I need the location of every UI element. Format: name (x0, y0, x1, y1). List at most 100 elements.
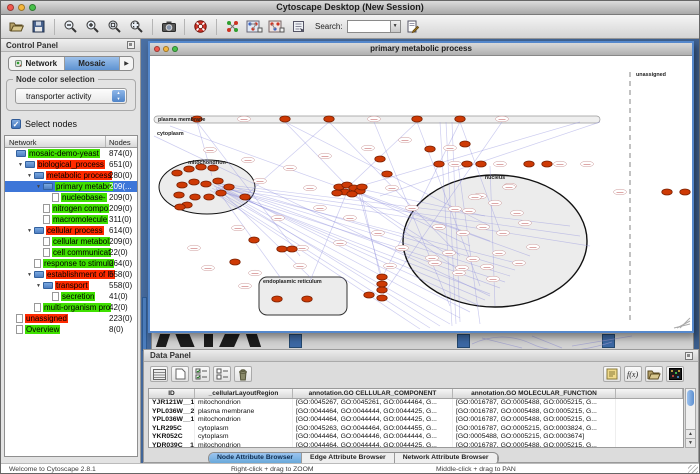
column-header[interactable]: _cellularLayoutRegion (195, 389, 293, 398)
tree-row-establishment-of-lo[interactable]: ▼establishment of lo558(0) (5, 269, 137, 280)
float-panel-icon[interactable] (127, 41, 135, 49)
table-cell[interactable]: [GO:0016787, GO:0005488, GO:0005215, G..… (453, 408, 616, 417)
tree-row-macromolecule[interactable]: macromolecule311(0) (5, 214, 137, 225)
snapshot-camera-button[interactable] (158, 17, 179, 37)
create-attribute-button[interactable] (171, 366, 189, 382)
table-cell[interactable]: [GO:0044464, GO:0044446, GO:0044444, G..… (293, 433, 453, 442)
table-row[interactable]: YPL036W__2plasma membrane[GO:0044464, GO… (149, 408, 683, 417)
network-canvas[interactable]: plasma membranecytoplasmmitochondrionnuc… (150, 56, 692, 331)
tab-mosaic[interactable]: Mosaic (65, 57, 121, 70)
import-attributes-button[interactable] (645, 366, 663, 382)
tree-row-nucleobase-[interactable]: nucleobase-209(0) (5, 192, 137, 203)
attribute-matrix-button[interactable] (666, 366, 684, 382)
expander-icon[interactable]: ▼ (25, 228, 34, 234)
table-cell[interactable]: YPL036W__2 (149, 408, 195, 417)
tree-row-biological-process[interactable]: ▼biological_process651(0) (5, 159, 137, 170)
column-header[interactable]: ID (149, 389, 195, 398)
table-row[interactable]: YLR295Ccytoplasm[GO:0045263, GO:0044464,… (149, 425, 683, 434)
expander-icon[interactable]: ▼ (34, 184, 43, 190)
expander-icon[interactable]: ▼ (25, 272, 34, 278)
table-cell[interactable]: [GO:0016787, GO:0005215, GO:0003824, G..… (453, 425, 616, 434)
save-button[interactable] (28, 17, 49, 37)
table-cell[interactable]: plasma membrane (195, 408, 293, 417)
tree-row-transport[interactable]: ▼transport558(0) (5, 280, 137, 291)
create-network-view-button[interactable] (244, 17, 265, 37)
scroll-up-arrow[interactable]: ▲ (686, 429, 695, 438)
import-network-button[interactable] (222, 17, 243, 37)
table-cell[interactable]: [GO:0044464, GO:0044444, GO:0044425, G..… (293, 416, 453, 425)
search-input[interactable]: ▼ (347, 20, 401, 33)
expander-icon[interactable]: ▼ (16, 162, 25, 168)
zoom-out-button[interactable] (60, 17, 81, 37)
background-window-fragment[interactable] (151, 331, 694, 350)
tree-col-network[interactable]: Network (9, 138, 37, 147)
select-nodes-checkbox[interactable]: ✓ (11, 119, 21, 129)
tree-row-multi-organism-pro[interactable]: multi-organism pro42(0) (5, 302, 137, 313)
table-cell[interactable]: [GO:0016787, GO:0005488, GO:0005215, G..… (453, 416, 616, 425)
table-cell[interactable]: YDR039C__1 (149, 442, 195, 448)
delete-attribute-button[interactable] (234, 366, 252, 382)
open-file-button[interactable] (6, 17, 27, 37)
function-builder-button[interactable]: f(x) (624, 366, 642, 382)
table-cell[interactable]: [GO:0044464, GO:0044444, GO:0044425, G..… (293, 408, 453, 417)
expander-icon[interactable]: ▼ (25, 173, 34, 179)
destroy-network-view-button[interactable] (266, 17, 287, 37)
table-cell[interactable]: mitochondrion (195, 416, 293, 425)
table-row[interactable]: YKR052Ccytoplasm[GO:0044464, GO:0044446,… (149, 433, 683, 442)
tree-row-unassigned[interactable]: unassigned223(0) (5, 313, 137, 324)
tree-row-metabolic-process[interactable]: ▼metabolic process280(0) (5, 170, 137, 181)
table-cell[interactable]: [GO:0016787, GO:0005488, GO:0005215, G..… (453, 399, 616, 408)
select-all-attributes-button[interactable] (192, 366, 210, 382)
table-cell[interactable]: [GO:0045263, GO:0044464, GO:0044455, G..… (293, 425, 453, 434)
network-window-titlebar[interactable]: primary metabolic process (150, 43, 692, 56)
tree-row-overview[interactable]: Overview8(0) (5, 324, 137, 335)
tree-row-secretion[interactable]: secretion41(0) (5, 291, 137, 302)
table-cell[interactable]: YKR052C (149, 433, 195, 442)
tab-overflow-button[interactable]: ▶ (120, 57, 133, 70)
table-cell[interactable]: YLR295C (149, 425, 195, 434)
column-header[interactable]: annotation.GO MOLECULAR_FUNCTION (453, 389, 616, 398)
tree-row-primary-metabo[interactable]: ▼primary metabo209(... (5, 181, 137, 192)
table-row[interactable]: YDR039C__1mitochondrion[GO:0044464, GO:0… (149, 442, 683, 448)
table-cell[interactable]: mitochondrion (195, 399, 293, 408)
tree-row-cell-communicat[interactable]: cell communicat22(0) (5, 247, 137, 258)
float-panel-icon[interactable] (685, 352, 693, 360)
tree-row-cellular-metabol[interactable]: cellular metabol209(0) (5, 236, 137, 247)
search-text-field[interactable] (349, 22, 389, 31)
table-cell[interactable]: cytoplasm (195, 433, 293, 442)
table-cell[interactable]: mitochondrion (195, 442, 293, 448)
table-cell[interactable]: cytoplasm (195, 425, 293, 434)
attribute-notes-button[interactable] (603, 366, 621, 382)
expander-icon[interactable]: ▼ (34, 283, 43, 289)
column-header[interactable]: annotation.GO CELLULAR_COMPONENT (293, 389, 453, 398)
table-row[interactable]: YPL036W__1mitochondrion[GO:0044464, GO:0… (149, 416, 683, 425)
unselect-all-attributes-button[interactable] (213, 366, 231, 382)
node-color-select[interactable]: transporter activity ▲▼ (15, 88, 127, 104)
table-cell[interactable]: [GO:0005488, GO:0005215, GO:0003674] (453, 433, 616, 442)
table-cell[interactable]: [GO:0044464, GO:0044444, GO:0044425, G..… (293, 442, 453, 448)
change-attributes-button[interactable] (150, 366, 168, 382)
table-row[interactable]: YJR121W__1mitochondrion[GO:0045267, GO:0… (149, 399, 683, 408)
search-dropdown-button[interactable]: ▼ (390, 21, 400, 32)
tree-row-cellular-process[interactable]: ▼cellular process614(0) (5, 225, 137, 236)
help-lifering-button[interactable] (190, 17, 211, 37)
tab-network[interactable]: Network (9, 57, 65, 70)
scrollbar-thumb[interactable] (687, 390, 694, 406)
tree-row-nitrogen-compo[interactable]: nitrogen compo209(0) (5, 203, 137, 214)
scroll-down-arrow[interactable]: ▼ (686, 438, 695, 447)
tree-row-response-to-stimulu[interactable]: response to stimulu264(0) (5, 258, 137, 269)
table-cell[interactable]: [GO:0016787, GO:0005488, GO:0005215, G..… (453, 442, 616, 448)
zoom-fit-button[interactable] (126, 17, 147, 37)
table-cell[interactable]: YJR121W__1 (149, 399, 195, 408)
resize-grip[interactable] (688, 465, 698, 474)
table-scrollbar[interactable]: ▲ ▼ (685, 388, 696, 448)
table-cell[interactable]: YPL036W__1 (149, 416, 195, 425)
zoom-in-button[interactable] (82, 17, 103, 37)
search-options-button[interactable] (402, 17, 423, 37)
select-stepper-icon[interactable]: ▲▼ (112, 90, 125, 102)
table-cell[interactable]: [GO:0045267, GO:0045261, GO:0044464, G..… (293, 399, 453, 408)
tree-row-mosaic-demo-yeast[interactable]: mosaic-demo-yeast874(0) (5, 148, 137, 159)
zoom-selected-button[interactable] (104, 17, 125, 37)
tree-col-nodes[interactable]: Nodes (109, 138, 131, 147)
annotation-button[interactable] (288, 17, 309, 37)
